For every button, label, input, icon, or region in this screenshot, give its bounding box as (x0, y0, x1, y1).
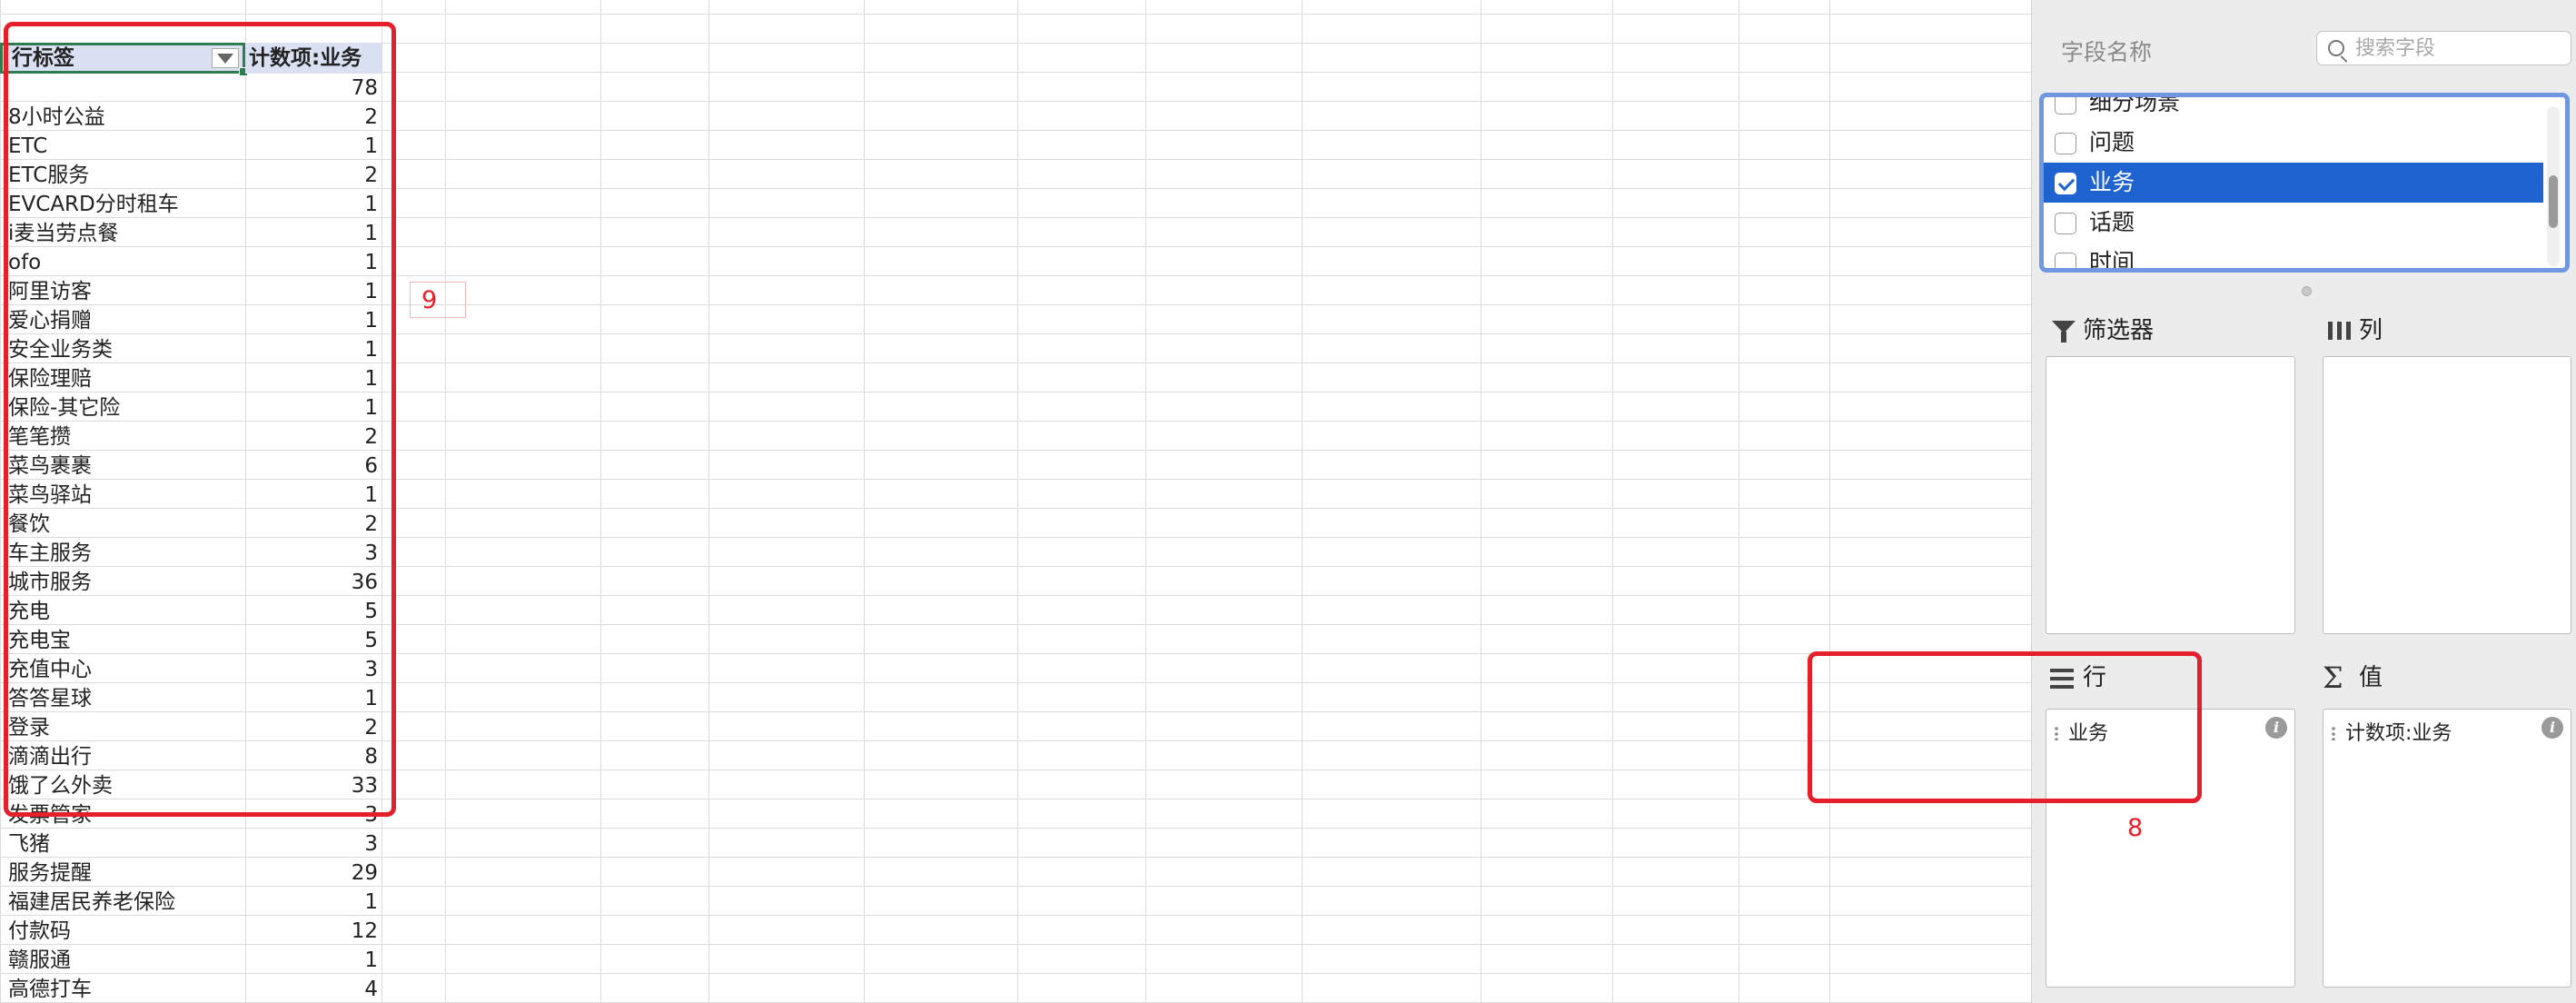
pivot-row-count[interactable]: 4 (260, 975, 378, 1003)
field-item-shijian[interactable]: 时间 (2044, 243, 2543, 268)
values-field-chip[interactable]: 计数项:业务 (2331, 717, 2452, 746)
pivot-row-count[interactable]: 1 (260, 888, 378, 917)
columns-icon (2328, 322, 2352, 340)
pivot-row-label[interactable]: 福建居民养老保险 (8, 888, 240, 917)
field-checkbox[interactable] (2055, 97, 2076, 114)
columns-drop-area[interactable] (2323, 356, 2571, 634)
field-list[interactable]: 细分场景 问题 业务 话题 时间 (2039, 93, 2570, 273)
drag-grip-icon[interactable] (2331, 726, 2336, 740)
panel-split-handle[interactable] (2302, 286, 2312, 296)
pivot-row[interactable]: 服务提醒 29 (0, 859, 381, 888)
field-item-huati[interactable]: 话题 (2044, 203, 2543, 243)
pivot-row[interactable]: 高德打车 4 (0, 975, 381, 1003)
pivot-row[interactable]: 付款码 12 (0, 917, 381, 946)
pivot-row-count[interactable]: 29 (260, 859, 378, 888)
columns-area-header: 列 (2308, 313, 2571, 349)
field-search-box[interactable] (2316, 31, 2571, 65)
values-drop-area[interactable]: 计数项:业务 i (2323, 709, 2571, 988)
search-icon (2328, 40, 2344, 56)
field-item-xifen-changjing[interactable]: 细分场景 (2044, 97, 2543, 123)
annotation-label-9: 9 (410, 282, 466, 318)
info-icon[interactable]: i (2541, 717, 2563, 739)
funnel-icon (2052, 321, 2076, 343)
pivot-row-label[interactable]: 飞猪 (8, 829, 240, 859)
annotation-highlight-rows-area (1808, 651, 2202, 803)
pivot-row-label[interactable]: 服务提醒 (8, 859, 240, 888)
field-checkbox-checked[interactable] (2055, 173, 2076, 194)
field-checkbox[interactable] (2055, 213, 2076, 234)
pivot-row[interactable]: 赣服通 1 (0, 946, 381, 975)
field-checkbox[interactable] (2055, 253, 2076, 268)
pivot-field-panel: 字段名称 细分场景 问题 业务 话题 时间 筛选器 (2031, 0, 2576, 1003)
pivot-row-count[interactable]: 3 (260, 829, 378, 859)
annotation-highlight-pivot (4, 22, 396, 817)
filters-area-header: 筛选器 (2032, 313, 2295, 349)
pivot-row-label[interactable]: 付款码 (8, 917, 240, 946)
field-item-wenti[interactable]: 问题 (2044, 123, 2543, 163)
pivot-row-label[interactable]: 高德打车 (8, 975, 240, 1003)
pivot-row[interactable]: 飞猪 3 (0, 829, 381, 859)
spreadsheet-grid[interactable]: 78 8小时公益 2 ETC 1 ETC服务 2 EVCARD分时租车 1 i麦当劳点餐 1 ofo 1… (0, 0, 2031, 1003)
field-search-input[interactable] (2355, 35, 2564, 61)
field-list-scroll-thumb[interactable] (2549, 175, 2558, 228)
pivot-row-count[interactable]: 12 (260, 917, 378, 946)
sigma-icon: Σ (2323, 660, 2343, 695)
field-names-title: 字段名称 (2061, 39, 2153, 65)
filters-drop-area[interactable] (2046, 356, 2295, 634)
pivot-row[interactable]: 福建居民养老保险 1 (0, 888, 381, 917)
field-item-yewu[interactable]: 业务 (2044, 163, 2543, 203)
pivot-row-label[interactable]: 赣服通 (8, 946, 240, 975)
field-checkbox[interactable] (2055, 133, 2076, 154)
pivot-row-count[interactable]: 1 (260, 946, 378, 975)
info-icon[interactable]: i (2265, 717, 2287, 739)
values-area-header: Σ 值 (2323, 660, 2383, 695)
annotation-label-8: 8 (2127, 814, 2144, 842)
